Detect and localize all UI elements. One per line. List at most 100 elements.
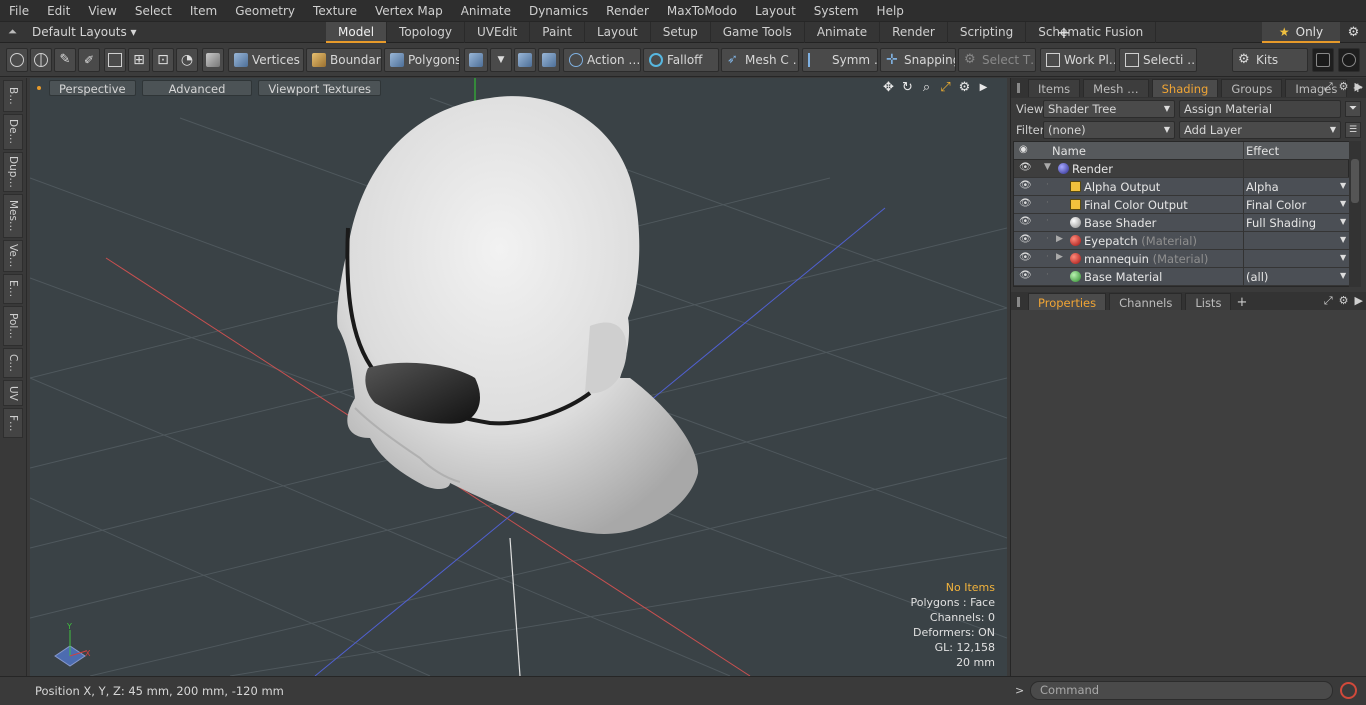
command-input[interactable]: Command xyxy=(1030,681,1333,700)
menu-maxtomodo[interactable]: MaxToModo xyxy=(658,0,746,22)
pan-icon[interactable]: ✥ xyxy=(879,80,898,96)
left-tab-1[interactable]: De… xyxy=(3,114,23,150)
falloff-button[interactable]: Falloff xyxy=(643,48,719,72)
only-toggle-button[interactable]: ★ Only xyxy=(1262,22,1340,43)
shader-tree-row[interactable]: 👁 · Base Shader Full Shading ▼ xyxy=(1014,214,1350,232)
mesh-constraint-button[interactable]: ➶ Mesh C … xyxy=(721,48,799,72)
unreal-button[interactable] xyxy=(1338,48,1360,72)
viewport-textures-button[interactable]: Viewport Textures xyxy=(258,80,382,96)
eye-icon[interactable]: 👁 xyxy=(1019,271,1033,281)
left-tab-7[interactable]: C… xyxy=(3,348,23,378)
frame-button[interactable]: ⊡ xyxy=(152,48,174,72)
eye-icon[interactable]: 👁 xyxy=(1019,235,1033,245)
shield-button-2[interactable] xyxy=(538,48,560,72)
rotate-icon[interactable]: ↻ xyxy=(898,80,917,96)
work-plane-button[interactable]: Work Pl… xyxy=(1040,48,1116,72)
expand-panel-icon[interactable]: ⤢ xyxy=(1324,294,1333,308)
layout-tab-setup[interactable]: Setup xyxy=(651,22,711,43)
panel-menu-icon[interactable]: ▶ xyxy=(1355,294,1363,308)
column-divider[interactable] xyxy=(1243,142,1244,160)
expand-right-icon[interactable]: ▶ xyxy=(1056,252,1063,262)
layout-tab-layout[interactable]: Layout xyxy=(585,22,651,43)
menu-system[interactable]: System xyxy=(805,0,868,22)
shader-tree-row[interactable]: 👁 · ▶ Eyepatch (Material) ▼ xyxy=(1014,232,1350,250)
left-tab-0[interactable]: B… xyxy=(3,80,23,112)
shader-tree-row[interactable]: 👁 · ▶ mannequin (Material) ▼ xyxy=(1014,250,1350,268)
expand-right-icon[interactable]: ▶ xyxy=(1056,234,1063,244)
layout-tab-model[interactable]: Model xyxy=(326,22,388,43)
eye-icon[interactable]: 👁 xyxy=(1019,199,1033,209)
menu-select[interactable]: Select xyxy=(126,0,181,22)
panel-gear-icon[interactable]: ⚙ xyxy=(1339,80,1349,94)
effect-column-header[interactable]: Effect xyxy=(1246,144,1279,158)
snap-circle-button[interactable]: ◔ xyxy=(176,48,198,72)
perspective-view-button[interactable]: Perspective xyxy=(49,80,136,96)
effect-dropdown-icon[interactable]: ▼ xyxy=(1340,181,1346,190)
shading-mode-button[interactable]: Advanced xyxy=(141,80,253,96)
layout-tab-schematic-fusion[interactable]: Schematic Fusion xyxy=(1026,22,1157,43)
head-model[interactable] xyxy=(337,96,699,534)
layout-tab-scripting[interactable]: Scripting xyxy=(948,22,1027,43)
left-tab-4[interactable]: Ve… xyxy=(3,240,23,272)
panel-grip-icon[interactable] xyxy=(1017,297,1020,307)
left-tab-9[interactable]: F… xyxy=(3,408,23,438)
gear-icon[interactable]: ⚙ xyxy=(1341,22,1366,43)
eye-icon[interactable]: 👁 xyxy=(1019,181,1033,191)
action-center-button[interactable]: Action … xyxy=(563,48,641,72)
shader-tree-row[interactable]: 👁 · Base Material (all) ▼ xyxy=(1014,268,1350,286)
orientation-gizmo[interactable]: Y X xyxy=(54,622,91,667)
properties-tab-channels[interactable]: Channels xyxy=(1109,293,1183,311)
align-button[interactable] xyxy=(104,48,126,72)
center-button[interactable]: ⊞ xyxy=(128,48,150,72)
3d-viewport[interactable]: Y X Perspective Advanced Viewport Textur… xyxy=(30,78,1007,676)
unity-button[interactable] xyxy=(1312,48,1334,72)
select-through-button[interactable]: ⚙ Select T… xyxy=(958,48,1036,72)
layout-tab-game-tools[interactable]: Game Tools xyxy=(711,22,805,43)
panel-gear-icon[interactable]: ⚙ xyxy=(1339,294,1349,308)
expand-down-icon[interactable]: ▼ xyxy=(1044,162,1051,172)
shader-tree-row[interactable]: 👁 · Alpha Output Alpha ▼ xyxy=(1014,178,1350,196)
scrollbar-thumb[interactable] xyxy=(1351,159,1359,203)
properties-tab-properties[interactable]: Properties xyxy=(1028,293,1107,311)
left-tab-8[interactable]: UV xyxy=(3,380,23,406)
layout-tab-animate[interactable]: Animate xyxy=(805,22,881,43)
menu-edit[interactable]: Edit xyxy=(38,0,79,22)
polygons-mode-button[interactable]: Polygons xyxy=(384,48,460,72)
selection-sets-button[interactable]: Selecti … xyxy=(1119,48,1197,72)
world-button[interactable] xyxy=(30,48,52,72)
left-tab-3[interactable]: Mes… xyxy=(3,194,23,238)
panel-grip-icon[interactable] xyxy=(1017,83,1020,93)
menu-dynamics[interactable]: Dynamics xyxy=(520,0,597,22)
filter-funnel-icon[interactable]: ⏷ xyxy=(1345,101,1361,117)
menu-file[interactable]: File xyxy=(0,0,38,22)
shading-tab-items[interactable]: Items xyxy=(1028,79,1081,97)
shading-tab-mesh[interactable]: Mesh … xyxy=(1083,79,1149,97)
settings-gear-icon[interactable]: ⚙ xyxy=(955,80,974,96)
menu-item[interactable]: Item xyxy=(181,0,226,22)
menu-geometry[interactable]: Geometry xyxy=(226,0,304,22)
viewport-menu-icon[interactable]: ▶ xyxy=(974,80,993,96)
assign-material-button[interactable]: Assign Material xyxy=(1179,100,1341,118)
eye-icon[interactable]: 👁 xyxy=(1019,163,1033,173)
eye-icon[interactable]: 👁 xyxy=(1019,217,1033,227)
layout-toggle-icon[interactable]: ⏶ xyxy=(8,26,20,38)
zoom-icon[interactable]: ⌕ xyxy=(917,80,936,96)
scene-canvas[interactable]: Y X xyxy=(30,78,1007,676)
panel-menu-icon[interactable]: ▶ xyxy=(1355,80,1363,94)
record-macro-icon[interactable] xyxy=(1340,682,1357,699)
command-chevron-icon[interactable]: > xyxy=(1015,684,1024,697)
shading-tab-shading[interactable]: Shading xyxy=(1151,79,1219,97)
menu-animate[interactable]: Animate xyxy=(452,0,520,22)
expand-panel-icon[interactable]: ⤢ xyxy=(1324,80,1333,94)
effect-dropdown-icon[interactable]: ▼ xyxy=(1340,217,1346,226)
maximize-icon[interactable]: ⤢ xyxy=(936,80,955,96)
items-mode-button[interactable] xyxy=(202,48,224,72)
eye-icon[interactable]: 👁 xyxy=(1019,253,1033,263)
symmetry-button[interactable]: Symm … xyxy=(802,48,878,72)
shader-tree-row[interactable]: 👁 ▼ Render xyxy=(1014,160,1350,178)
layout-tab-paint[interactable]: Paint xyxy=(530,22,585,43)
layout-tab-render[interactable]: Render xyxy=(880,22,948,43)
left-tab-2[interactable]: Dup… xyxy=(3,152,23,192)
effect-dropdown-icon[interactable]: ▼ xyxy=(1340,199,1346,208)
selection-dropdown[interactable]: ▼ xyxy=(490,48,512,72)
